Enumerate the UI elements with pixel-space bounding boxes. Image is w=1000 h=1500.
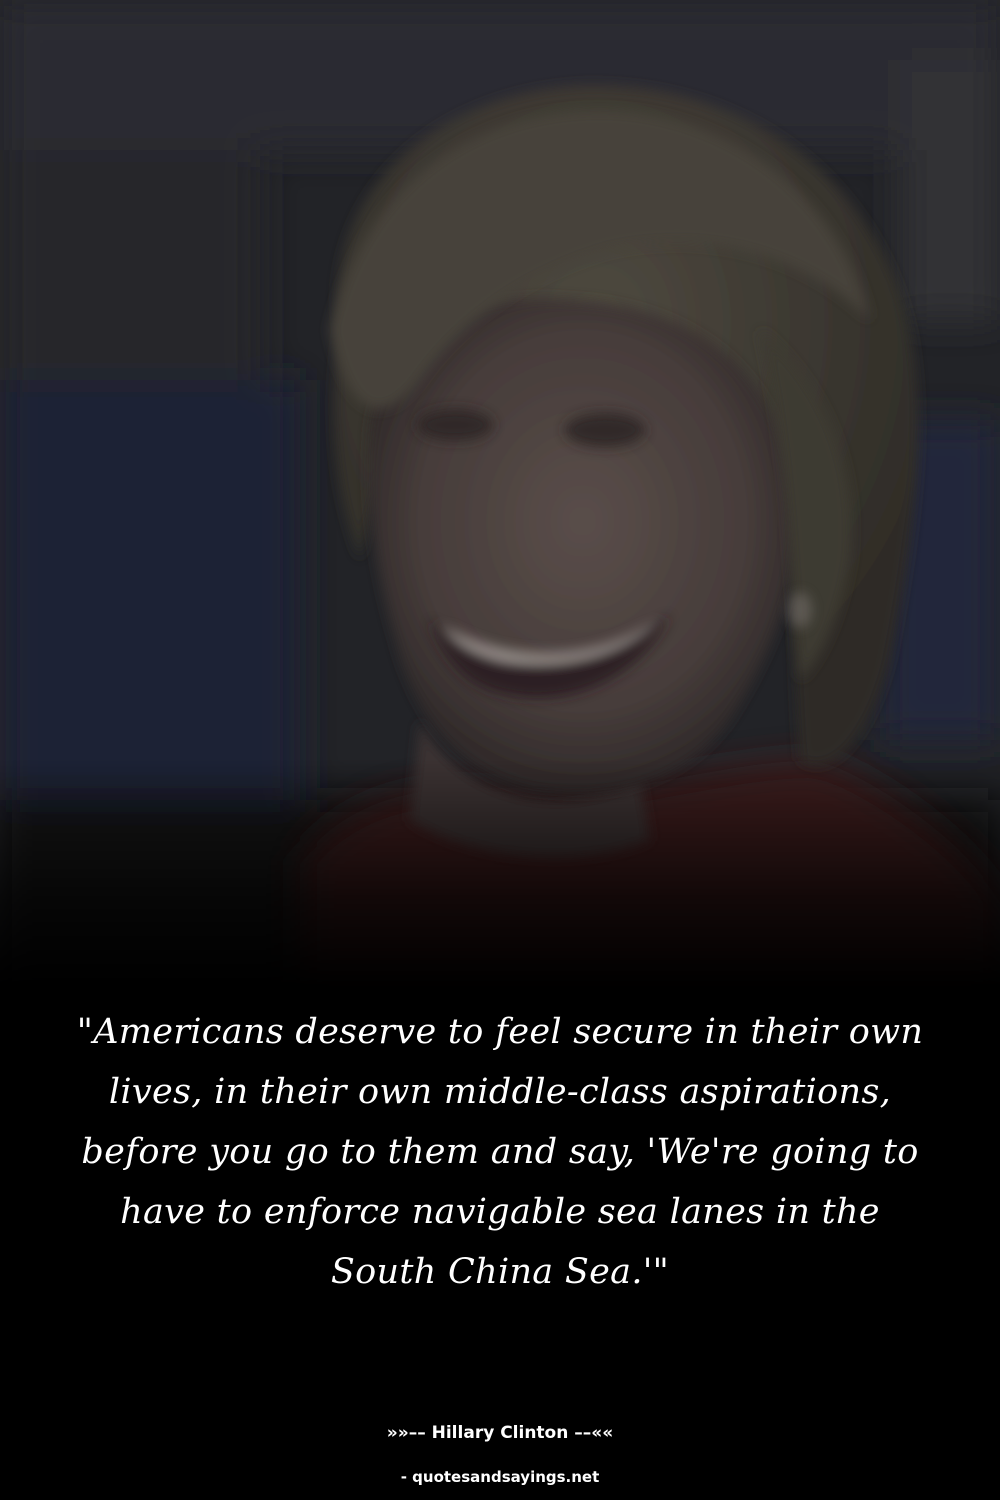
quote-card: "Americans deserve to feel secure in the… [0, 0, 1000, 1500]
source-watermark: - quotesandsayings.net [400, 1468, 600, 1486]
quote-text: "Americans deserve to feel secure in the… [76, 1012, 924, 1292]
author-attribution: »»–– Hillary Clinton ––«« [386, 1423, 614, 1443]
